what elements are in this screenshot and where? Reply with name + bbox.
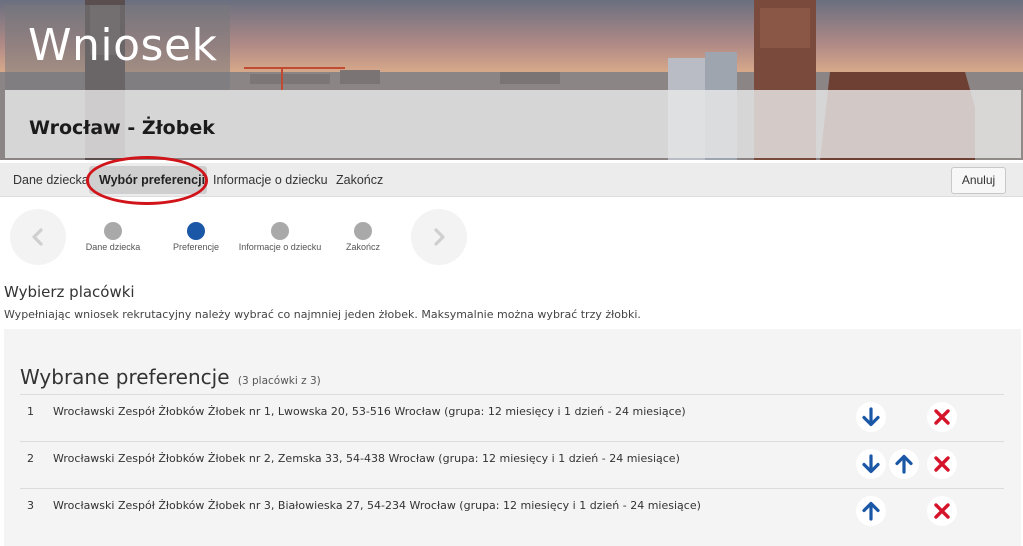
nav-tab-dane-dziecka[interactable]: Dane dziecka (13, 163, 89, 197)
nav-tab-zakoncz[interactable]: Zakończ (336, 163, 383, 197)
preference-name: Wrocławski Zespół Żłobków Żłobek nr 2, Z… (53, 452, 680, 465)
step-dot-preferencje[interactable] (187, 222, 205, 240)
arrow-up-icon (895, 454, 913, 474)
page-subtitle: Wrocław - Żłobek (29, 117, 215, 139)
arrow-down-icon (862, 454, 880, 474)
move-up-button[interactable] (856, 496, 886, 526)
row-number: 1 (27, 405, 34, 418)
step-label-zakoncz: Zakończ (345, 242, 380, 252)
page-title: Wniosek (28, 20, 218, 71)
row-divider (20, 441, 1004, 442)
close-icon (934, 503, 950, 519)
preference-name: Wrocławski Zespół Żłobków Żłobek nr 3, B… (53, 499, 701, 512)
row-divider (20, 488, 1004, 489)
preference-name: Wrocławski Zespół Żłobków Żłobek nr 1, L… (53, 405, 686, 418)
preferences-count: (3 placówki z 3) (237, 375, 321, 387)
remove-button[interactable] (927, 402, 957, 432)
arrow-down-icon (862, 407, 880, 427)
cancel-button[interactable]: Anuluj (951, 167, 1006, 194)
remove-button[interactable] (927, 449, 957, 479)
stepper-next-button[interactable] (411, 209, 467, 265)
chevron-left-icon (32, 228, 43, 246)
step-dot-zakoncz[interactable] (354, 222, 372, 240)
step-dot-dane-dziecka[interactable] (104, 222, 122, 240)
move-up-button[interactable] (889, 449, 919, 479)
remove-button[interactable] (927, 496, 957, 526)
preferences-title-text: Wybrane preferencje (20, 365, 230, 389)
section-description: Wypełniając wniosek rekrutacyjny należy … (4, 308, 641, 321)
move-down-button[interactable] (856, 402, 886, 432)
section-title: Wybierz placówki (4, 283, 135, 301)
row-divider (20, 394, 1004, 395)
step-dot-informacje-o-dziecku[interactable] (271, 222, 289, 240)
row-number: 3 (27, 499, 34, 512)
close-icon (934, 409, 950, 425)
close-icon (934, 456, 950, 472)
stepper-prev-button[interactable] (10, 209, 66, 265)
row-number: 2 (27, 452, 34, 465)
preferences-title: Wybrane preferencje (3 placówki z 3) (20, 365, 321, 389)
move-down-button[interactable] (856, 449, 886, 479)
arrow-up-icon (862, 501, 880, 521)
highlight-annotation (86, 156, 208, 205)
chevron-right-icon (434, 228, 445, 246)
nav-tab-informacje-o-dziecku[interactable]: Informacje o dziecku (213, 163, 328, 197)
